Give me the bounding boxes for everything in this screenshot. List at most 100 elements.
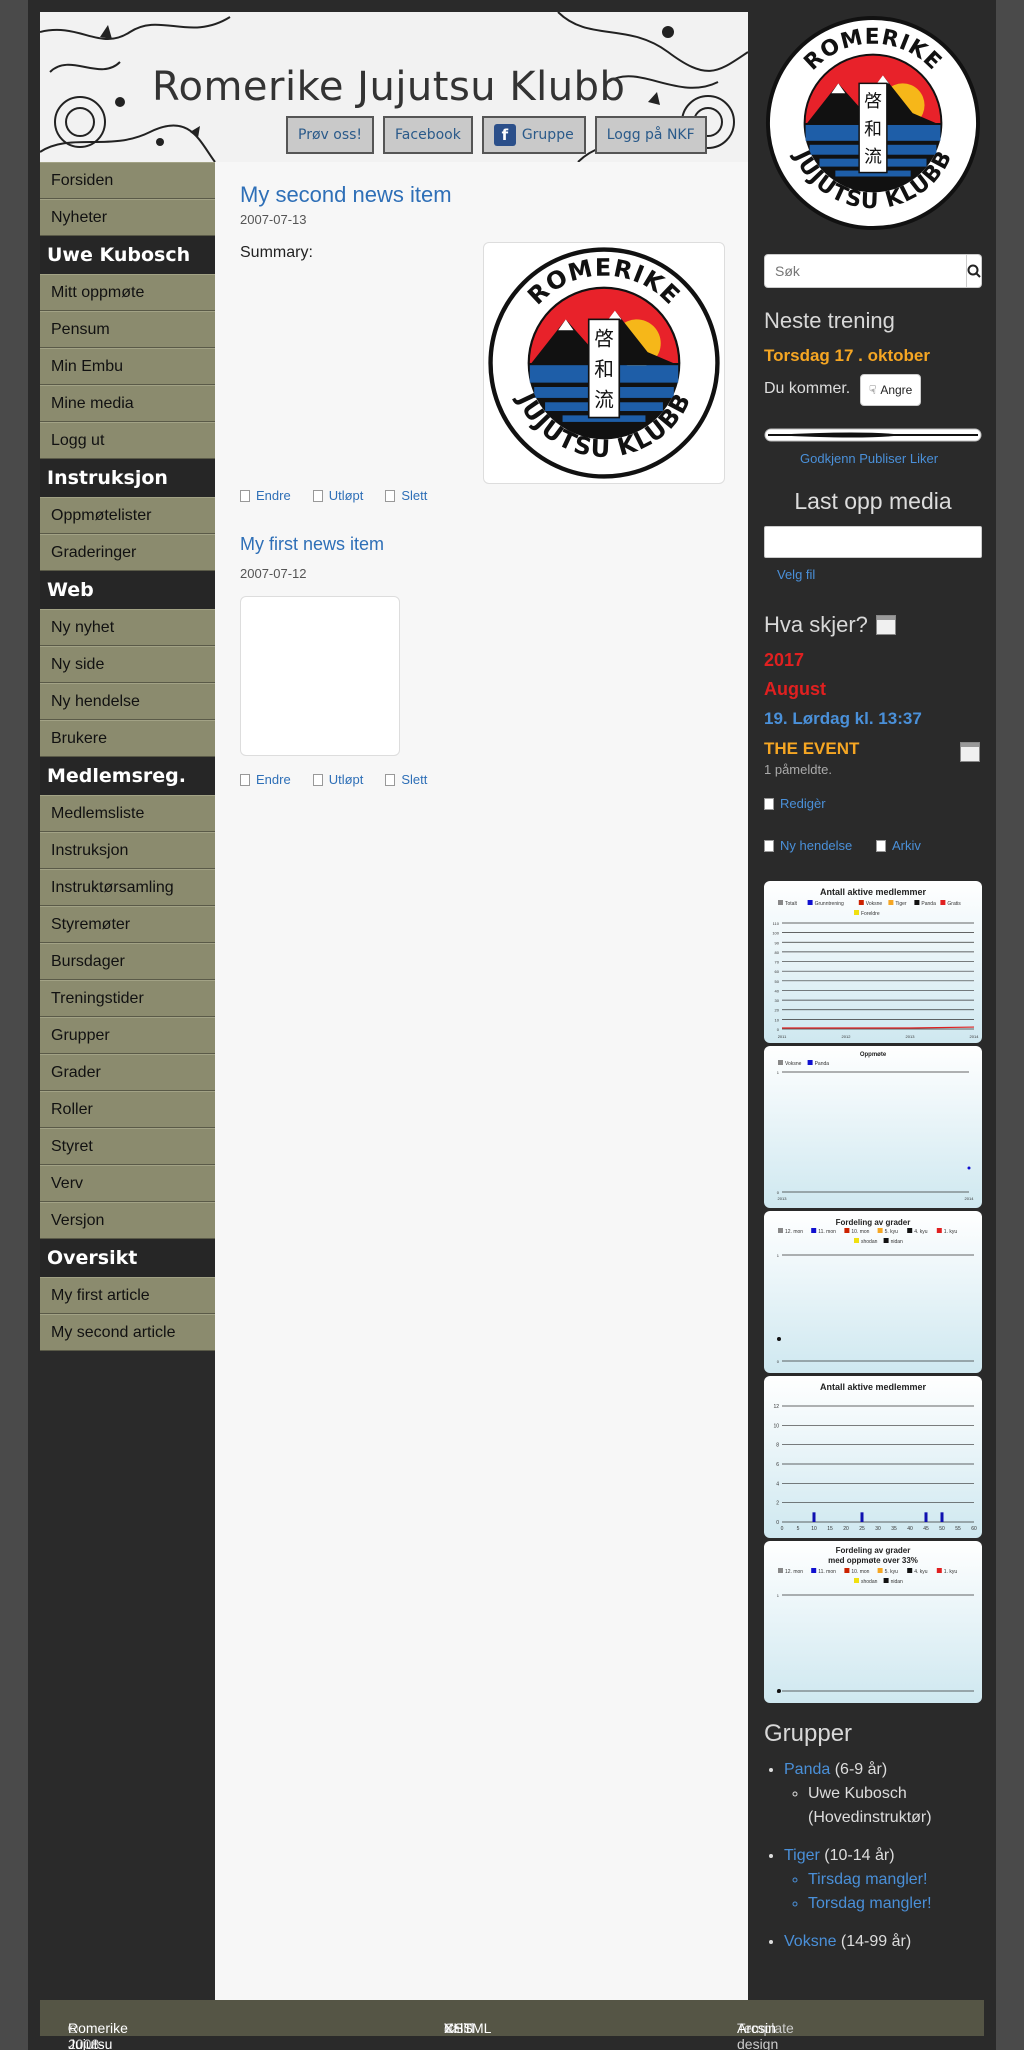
nav-item-graderinger[interactable]: Graderinger (40, 534, 215, 571)
undo-button[interactable]: ☟ Angre (860, 374, 922, 406)
group-link[interactable]: Panda (784, 1761, 830, 1778)
chart-title: med oppmøte over 33% (828, 1556, 918, 1565)
y-tick-label: 90 (775, 940, 780, 945)
search-input[interactable] (764, 254, 967, 288)
group-member[interactable]: Tirsdag mangler! (808, 1868, 984, 1892)
group-member: Uwe Kubosch (Hovedinstruktør) (808, 1782, 984, 1830)
nav-item-grupper[interactable]: Grupper (40, 1017, 215, 1054)
nav-item-brukere[interactable]: Brukere (40, 720, 215, 757)
chart-card-5[interactable]: Fordeling av grader med oppmøte over 33% 1… (764, 1541, 982, 1703)
nav-item-forsiden[interactable]: Forsiden (40, 162, 215, 199)
y-tick-label: 0 (777, 1027, 780, 1032)
chart-card-2[interactable]: Oppmøte Voksne Panda 1 0 2013 2014 (764, 1046, 982, 1208)
nav-item-logg-ut[interactable]: Logg ut (40, 422, 215, 459)
group-link[interactable]: Tiger (784, 1847, 820, 1864)
chart-card-4[interactable]: Antall aktive medlemmer 0 2 4 6 8 10 12 0 5 10 15 20… (764, 1376, 982, 1538)
legend-swatch (778, 1228, 783, 1233)
facebook-group-button[interactable]: f Gruppe (481, 116, 586, 154)
nkf-login-button[interactable]: Logg på NKF (594, 116, 707, 154)
legend-swatch (877, 1568, 883, 1573)
nav-item-nyheter[interactable]: Nyheter (40, 199, 215, 236)
chart-card-3[interactable]: Fordeling av grader 12. mon 11. mon 10. mon… (764, 1211, 982, 1373)
nav-item-oppmotelister[interactable]: Oppmøtelister (40, 497, 215, 534)
legend-label: Totalt (785, 901, 798, 907)
x-tick-label: 10 (811, 1526, 817, 1532)
try-us-button[interactable]: Prøv oss! (286, 116, 375, 154)
news-image-placeholder[interactable] (240, 596, 400, 756)
nav-item-roller[interactable]: Roller (40, 1091, 215, 1128)
archive-link[interactable]: Arkiv (876, 838, 921, 853)
choose-file-link[interactable]: Velg fil (777, 567, 815, 582)
nav-item-mine-media[interactable]: Mine media (40, 385, 215, 422)
group-link[interactable]: Voksne (784, 1933, 836, 1950)
y-tick-label: 50 (775, 979, 780, 984)
approve-publish-like-links[interactable]: Godkjenn Publiser Liker (800, 451, 938, 466)
new-event-link[interactable]: Ny hendelse (764, 838, 852, 853)
calendar-icon[interactable] (875, 615, 896, 635)
legend-swatch (883, 1238, 889, 1243)
template-author-link[interactable]: Arcsin (737, 2020, 776, 2036)
nav-item-treningstider[interactable]: Treningstider (40, 980, 215, 1017)
edit-link[interactable]: Endre (240, 488, 291, 503)
search-icon (967, 264, 981, 278)
expire-link[interactable]: Utløpt (312, 488, 363, 503)
nav-item-ny-nyhet[interactable]: Ny nyhet (40, 609, 215, 646)
news-image-frame[interactable]: 啓 和 流 ROMERIKE JUJUTSU KLUBB (483, 242, 725, 484)
nav-item-ny-hendelse[interactable]: Ny hendelse (40, 683, 215, 720)
bar (940, 1512, 944, 1522)
nav-item-grader[interactable]: Grader (40, 1054, 215, 1091)
copyright-name[interactable]: Romerike Jujutsu Klubb. (68, 2020, 128, 2050)
chart-card-1[interactable]: Antall aktive medlemmer Totalt Grunntrenin… (764, 881, 982, 1043)
event-name[interactable]: THE EVENT (764, 739, 859, 759)
x-tick-label: 15 (827, 1526, 833, 1532)
legend-label: 1. kyu (944, 1229, 958, 1235)
nav-item-instruktorsamling[interactable]: Instruktørsamling (40, 869, 215, 906)
nav-section-instruksjon: Instruksjon (40, 459, 215, 497)
site-footer: © 2008-2014 Romerike Jujutsu Klubb. Vali… (40, 2000, 984, 2050)
next-training-date[interactable]: Torsdag 17 . oktober (764, 346, 930, 366)
active-members-bar-chart: Antall aktive medlemmer 0 2 4 6 8 10 12 0 5 10 15 20… (773, 1382, 977, 1532)
legend-label: 4. kyu (914, 1569, 928, 1575)
nav-item-styremoter[interactable]: Styremøter (40, 906, 215, 943)
facebook-label: Facebook (395, 127, 461, 143)
legend-label: Voksne (785, 1061, 802, 1067)
nav-item-mitt-oppmote[interactable]: Mitt oppmøte (40, 274, 215, 311)
calendar-icon[interactable] (960, 742, 980, 762)
attending-text: Du kommer. (764, 380, 851, 397)
group-member[interactable]: Torsdag mangler! (808, 1892, 984, 1916)
upload-dropzone[interactable] (764, 526, 982, 558)
legend-swatch (907, 1568, 913, 1573)
data-point (777, 1337, 781, 1341)
edit-event-link[interactable]: Redigèr (764, 796, 826, 811)
edit-link[interactable]: Endre (240, 772, 291, 787)
nav-item-pensum[interactable]: Pensum (40, 311, 215, 348)
nav-item-instruksjon[interactable]: Instruksjon (40, 832, 215, 869)
news-date-first: 2007-07-12 (240, 566, 307, 581)
news-title-second[interactable]: My second news item (240, 182, 452, 208)
left-navigation: Forsiden Nyheter Uwe Kubosch Mitt oppmøt… (40, 162, 215, 1351)
y-tick-label: 12 (773, 1404, 779, 1410)
nav-item-versjon[interactable]: Versjon (40, 1202, 215, 1239)
delete-link[interactable]: Slett (385, 488, 427, 503)
valid-xhtml-link[interactable]: XHTML (444, 2020, 491, 2036)
events-header: Hva skjer? (764, 612, 896, 638)
nav-item-verv[interactable]: Verv (40, 1165, 215, 1202)
nav-item-second-article[interactable]: My second article (40, 1314, 215, 1351)
nav-item-bursdager[interactable]: Bursdager (40, 943, 215, 980)
expire-link[interactable]: Utløpt (312, 772, 363, 787)
nav-item-min-embu[interactable]: Min Embu (40, 348, 215, 385)
club-logo[interactable]: 啓 和 流 ROMERIKE JUJUTSU KLUBB (764, 14, 982, 232)
news-title-first[interactable]: My first news item (240, 534, 384, 555)
facebook-button[interactable]: Facebook (383, 116, 473, 154)
legend-swatch (883, 1578, 889, 1583)
delete-link[interactable]: Slett (385, 772, 427, 787)
y-tick-label: 0 (777, 1190, 780, 1195)
nav-item-first-article[interactable]: My first article (40, 1277, 215, 1314)
nav-item-ny-side[interactable]: Ny side (40, 646, 215, 683)
event-date[interactable]: 19. Lørdag kl. 13:37 (764, 709, 922, 729)
grade-distribution-chart: Fordeling av grader 12. mon 11. mon 10. mon… (777, 1218, 974, 1364)
nav-item-styret[interactable]: Styret (40, 1128, 215, 1165)
legend-label: nidan (891, 1579, 903, 1585)
nav-item-medlemsliste[interactable]: Medlemsliste (40, 795, 215, 832)
search-button[interactable] (967, 254, 982, 288)
